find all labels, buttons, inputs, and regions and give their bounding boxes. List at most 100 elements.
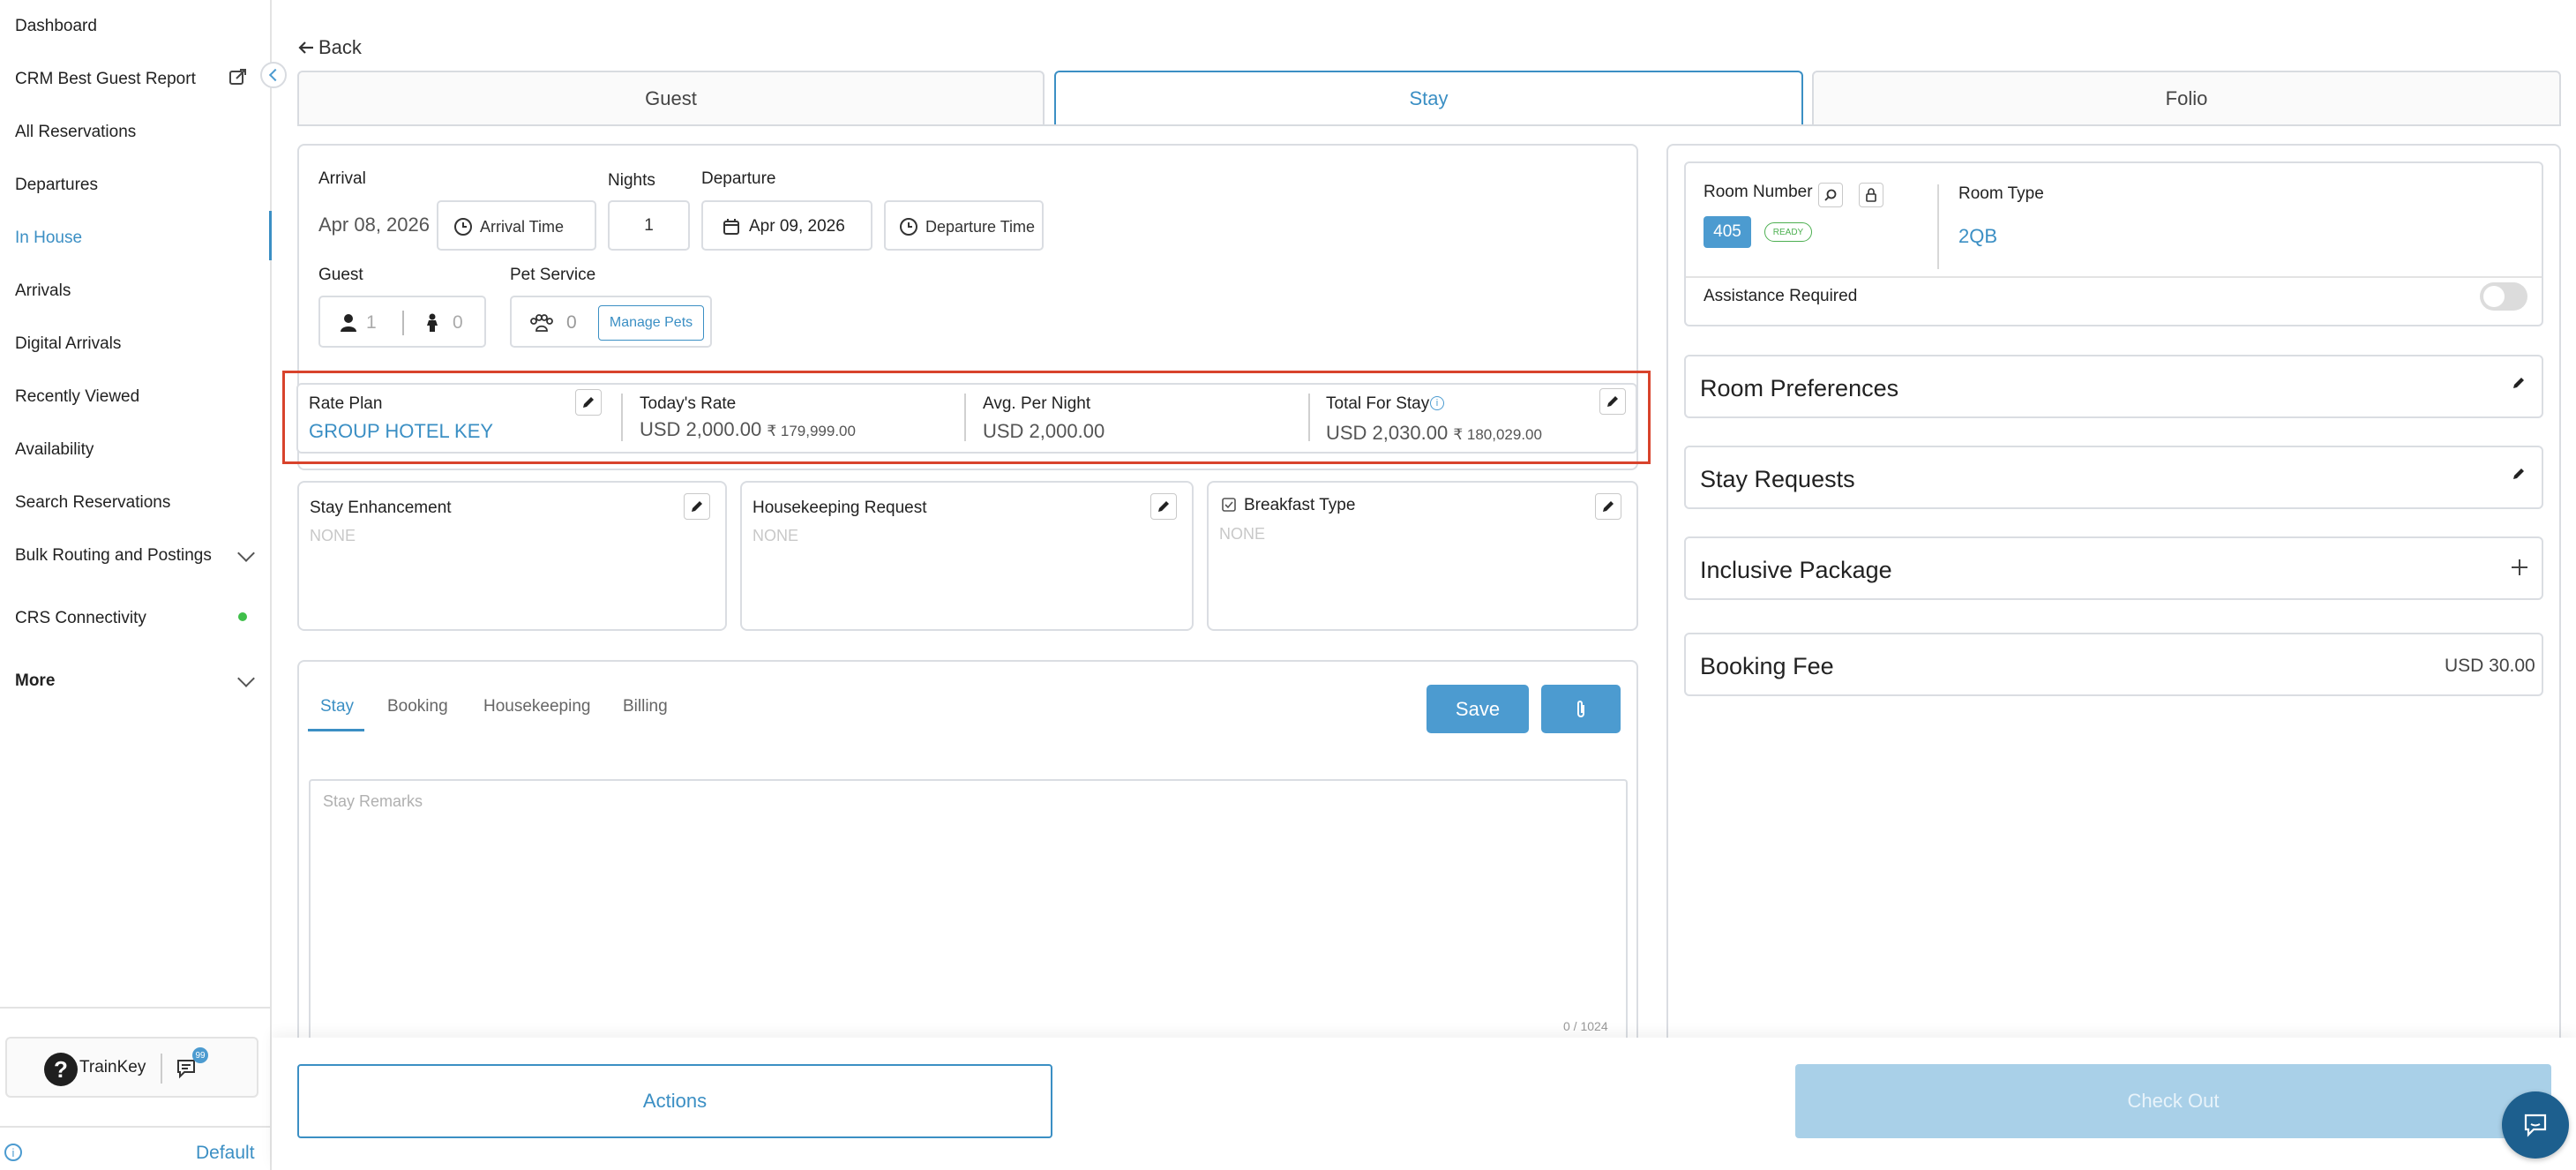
- chat-bubble-icon: [2524, 1114, 2547, 1137]
- clock-icon: [454, 218, 472, 236]
- chevron-down-icon[interactable]: [237, 670, 255, 687]
- room-type-label: Room Type: [1958, 184, 2044, 203]
- divider: [1937, 184, 1939, 269]
- pet-service-label: Pet Service: [510, 266, 596, 284]
- room-number-badge[interactable]: 405: [1704, 216, 1751, 248]
- sidebar-item-search-reservations[interactable]: Search Reservations: [15, 493, 170, 513]
- rate-plan-label: Rate Plan: [309, 394, 383, 413]
- edit-stay-enhancement-button[interactable]: [684, 493, 710, 520]
- guest-count-field[interactable]: 1 0: [318, 296, 486, 348]
- divider: [0, 1007, 272, 1009]
- char-counter: 0 / 1024: [1563, 1019, 1608, 1033]
- room-preferences-panel[interactable]: Room Preferences: [1684, 355, 2543, 418]
- remarks-tab-billing[interactable]: Billing: [623, 697, 668, 716]
- edit-total-button[interactable]: [1599, 388, 1626, 415]
- nights-label: Nights: [608, 171, 655, 190]
- rate-plan-value[interactable]: GROUP HOTEL KEY: [309, 420, 493, 443]
- sidebar-item-all-reservations[interactable]: All Reservations: [15, 123, 136, 142]
- paperclip-icon: [1577, 700, 1584, 717]
- edit-rate-plan-button[interactable]: [575, 389, 602, 416]
- clock-icon: [900, 218, 917, 236]
- sidebar-item-departures[interactable]: Departures: [15, 176, 98, 195]
- sidebar-item-digital-arrivals[interactable]: Digital Arrivals: [15, 334, 121, 354]
- room-lock-button[interactable]: [1859, 183, 1883, 207]
- stay-enhancement-label: Stay Enhancement: [310, 499, 452, 517]
- sidebar-item-crm-best-guest-report[interactable]: CRM Best Guest Report: [15, 70, 196, 89]
- room-search-button[interactable]: [1818, 183, 1843, 207]
- tab-stay[interactable]: Stay: [1054, 71, 1803, 126]
- help-icon[interactable]: ?: [44, 1053, 78, 1086]
- divider: [1686, 276, 2542, 278]
- departure-date-input[interactable]: Apr 09, 2026: [701, 200, 872, 251]
- manage-pets-button[interactable]: Manage Pets: [598, 305, 704, 341]
- remarks-tab-housekeeping[interactable]: Housekeeping: [483, 697, 590, 716]
- tab-folio[interactable]: Folio: [1812, 71, 2561, 126]
- back-link[interactable]: Back: [297, 36, 362, 59]
- info-icon[interactable]: i: [1430, 396, 1444, 410]
- stay-remarks-textarea[interactable]: Stay Remarks 0 / 1024: [309, 779, 1628, 1044]
- adult-count: 1: [366, 312, 377, 333]
- back-label: Back: [318, 36, 362, 58]
- sidebar-item-crs-connectivity[interactable]: CRS Connectivity: [15, 609, 146, 628]
- sidebar-item-bulk-routing[interactable]: Bulk Routing and Postings: [15, 546, 212, 566]
- sidebar-item-more[interactable]: More: [15, 671, 55, 691]
- trainkey-link[interactable]: TrainKey: [79, 1058, 146, 1077]
- pencil-icon: [692, 501, 702, 512]
- sidebar-item-dashboard[interactable]: Dashboard: [15, 17, 97, 36]
- edit-housekeeping-button[interactable]: [1150, 493, 1177, 520]
- divider: [1308, 394, 1310, 441]
- paw-icon: [530, 314, 553, 332]
- sidebar-item-arrivals[interactable]: Arrivals: [15, 281, 71, 301]
- remarks-tab-booking[interactable]: Booking: [387, 697, 448, 716]
- info-icon[interactable]: i: [4, 1144, 22, 1161]
- inclusive-package-panel[interactable]: Inclusive Package: [1684, 536, 2543, 600]
- ready-badge: READY: [1764, 222, 1812, 242]
- remarks-tab-stay[interactable]: Stay: [320, 697, 354, 716]
- remarks-tab-indicator: [308, 729, 364, 731]
- room-type-value[interactable]: 2QB: [1958, 225, 1997, 248]
- attach-button[interactable]: [1541, 685, 1621, 733]
- todays-rate-label: Today's Rate: [640, 394, 737, 413]
- arrival-date: Apr 08, 2026: [318, 214, 430, 236]
- sidebar-item-recently-viewed[interactable]: Recently Viewed: [15, 387, 139, 407]
- edit-breakfast-button[interactable]: [1595, 493, 1621, 520]
- arrival-time-button[interactable]: Arrival Time: [437, 200, 596, 251]
- plus-icon[interactable]: [2510, 558, 2529, 577]
- check-out-button[interactable]: Check Out: [1795, 1064, 2551, 1138]
- help-box: ? TrainKey 99: [5, 1037, 258, 1098]
- total-inr: ₹ 180,029.00: [1453, 426, 1542, 443]
- breakfast-value: NONE: [1219, 525, 1266, 543]
- total-for-stay-label: Total For Stay: [1326, 394, 1430, 413]
- stay-enhancement-value: NONE: [310, 527, 356, 544]
- save-button[interactable]: Save: [1427, 685, 1529, 733]
- active-indicator: [269, 211, 272, 260]
- tab-guest[interactable]: Guest: [297, 71, 1045, 126]
- pencil-icon: [583, 397, 594, 408]
- stay-requests-panel[interactable]: Stay Requests: [1684, 446, 2543, 509]
- assistance-toggle[interactable]: [2480, 282, 2527, 311]
- external-link-icon[interactable]: [228, 67, 248, 86]
- chat-badge: 99: [192, 1047, 208, 1063]
- pencil-icon: [1158, 501, 1169, 512]
- avg-per-night-value: USD 2,000.00: [983, 420, 1105, 442]
- chat-support-button[interactable]: [2502, 1091, 2569, 1159]
- housekeeping-value: NONE: [753, 527, 799, 544]
- sidebar-item-in-house[interactable]: In House: [15, 229, 82, 248]
- nights-input[interactable]: 1: [608, 200, 690, 251]
- checkbox-icon: [1222, 498, 1236, 512]
- total-for-stay-value: USD 2,030.00 ₹ 180,029.00: [1326, 422, 1542, 445]
- collapse-sidebar-button[interactable]: [260, 62, 287, 88]
- chevron-down-icon[interactable]: [237, 544, 255, 562]
- arrival-label: Arrival: [318, 169, 366, 188]
- sidebar-item-availability[interactable]: Availability: [15, 440, 94, 460]
- default-link[interactable]: Default: [196, 1143, 255, 1164]
- todays-rate-value: USD 2,000.00 ₹ 179,999.00: [640, 418, 856, 441]
- pencil-icon: [1603, 501, 1614, 512]
- edit-stay-requests-button[interactable]: [2506, 461, 2531, 486]
- stay-remarks-placeholder: Stay Remarks: [323, 792, 423, 810]
- actions-button[interactable]: Actions: [297, 1064, 1052, 1138]
- edit-room-preferences-button[interactable]: [2506, 371, 2531, 395]
- assistance-label: Assistance Required: [1704, 287, 1858, 305]
- departure-time-button[interactable]: Departure Time: [884, 200, 1044, 251]
- booking-fee-panel[interactable]: Booking Fee USD 30.00: [1684, 633, 2543, 696]
